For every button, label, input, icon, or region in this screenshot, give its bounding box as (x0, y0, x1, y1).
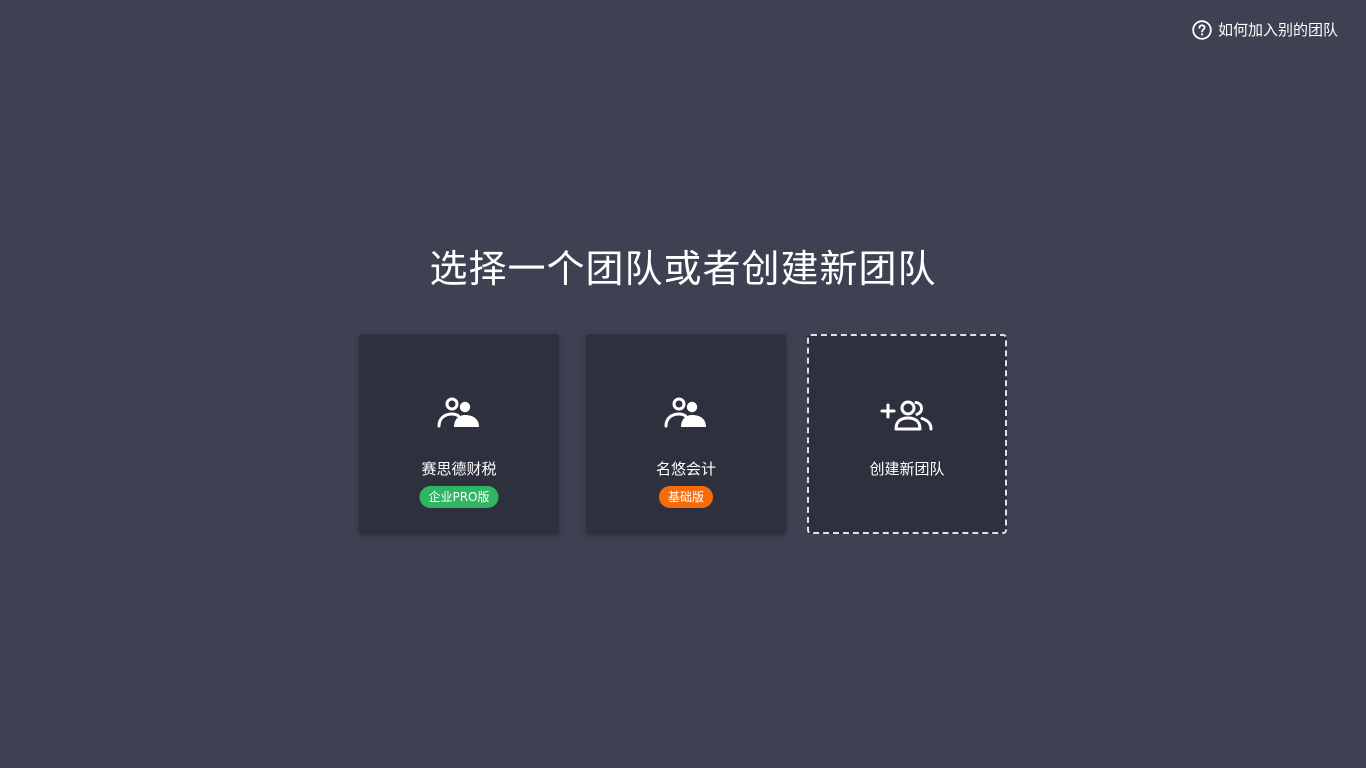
create-team-card[interactable]: 创建新团队 (807, 334, 1007, 534)
page-title: 选择一个团队或者创建新团队 (429, 247, 937, 291)
team-name: 名悠会计 (655, 460, 716, 478)
plan-badge: 基础版 (658, 486, 714, 508)
create-team-label: 创建新团队 (869, 460, 945, 478)
help-link-label: 如何加入别的团队 (1217, 21, 1338, 39)
team-card-mingyoukuaiji[interactable]: 名悠会计 基础版 (586, 334, 786, 534)
team-name: 赛思德财税 (421, 460, 497, 478)
team-icon (359, 396, 559, 428)
help-join-team-link[interactable]: 如何加入别的团队 (1192, 19, 1338, 40)
team-card-saisidecaishui[interactable]: 赛思德财税 企业PRO版 (359, 334, 559, 534)
plan-badge: 企业PRO版 (419, 486, 499, 508)
question-circle-icon (1192, 19, 1212, 40)
team-icon (586, 396, 786, 428)
add-team-icon (809, 398, 1005, 432)
